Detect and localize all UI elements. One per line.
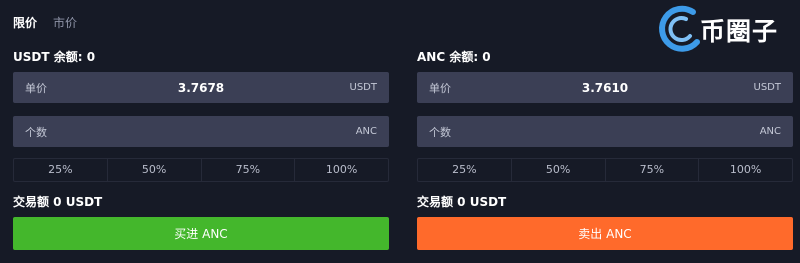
sell-percent-100-button[interactable]: 100% [699, 159, 792, 181]
buy-percent-50-button[interactable]: 50% [108, 159, 202, 181]
sell-price-field[interactable]: 单价 3.7610 USDT [417, 72, 793, 103]
buy-amount-label: 个数 [25, 125, 47, 139]
sell-total: 交易额 0 USDT [417, 195, 507, 209]
brand-logo-text: 币圈子 [700, 17, 779, 46]
buy-button[interactable]: 买进 ANC [13, 217, 389, 250]
sell-price-unit: USDT [753, 82, 781, 93]
buy-percent-75-button[interactable]: 75% [202, 159, 296, 181]
tab-limit[interactable]: 限价 [13, 14, 37, 31]
sell-amount-field[interactable]: 个数 ANC [417, 116, 793, 147]
sell-amount-unit: ANC [759, 126, 781, 137]
sell-amount-label: 个数 [429, 125, 451, 139]
tab-market[interactable]: 市价 [53, 14, 77, 31]
sell-percent-75-button[interactable]: 75% [606, 159, 700, 181]
buy-balance: USDT 余额: 0 [13, 50, 96, 64]
buy-percent-selector: 25% 50% 75% 100% [13, 158, 389, 182]
sell-price-value[interactable]: 3.7610 [417, 81, 793, 95]
sell-percent-25-button[interactable]: 25% [418, 159, 512, 181]
buy-price-field[interactable]: 单价 3.7678 USDT [13, 72, 389, 103]
sell-percent-selector: 25% 50% 75% 100% [417, 158, 793, 182]
buy-price-unit: USDT [349, 82, 377, 93]
sell-percent-50-button[interactable]: 50% [512, 159, 606, 181]
buy-percent-25-button[interactable]: 25% [14, 159, 108, 181]
sell-button[interactable]: 卖出 ANC [417, 217, 793, 250]
order-type-tabs: 限价 市价 [13, 14, 77, 31]
sell-balance: ANC 余额: 0 [417, 50, 491, 64]
buy-price-value[interactable]: 3.7678 [13, 81, 389, 95]
buy-amount-unit: ANC [355, 126, 377, 137]
buy-amount-field[interactable]: 个数 ANC [13, 116, 389, 147]
buy-total: 交易额 0 USDT [13, 195, 103, 209]
buy-percent-100-button[interactable]: 100% [295, 159, 388, 181]
buy-panel: USDT 余额: 0 单价 3.7678 USDT 个数 ANC 25% 50%… [13, 48, 389, 250]
sell-panel: ANC 余额: 0 单价 3.7610 USDT 个数 ANC 25% 50% … [417, 48, 793, 250]
